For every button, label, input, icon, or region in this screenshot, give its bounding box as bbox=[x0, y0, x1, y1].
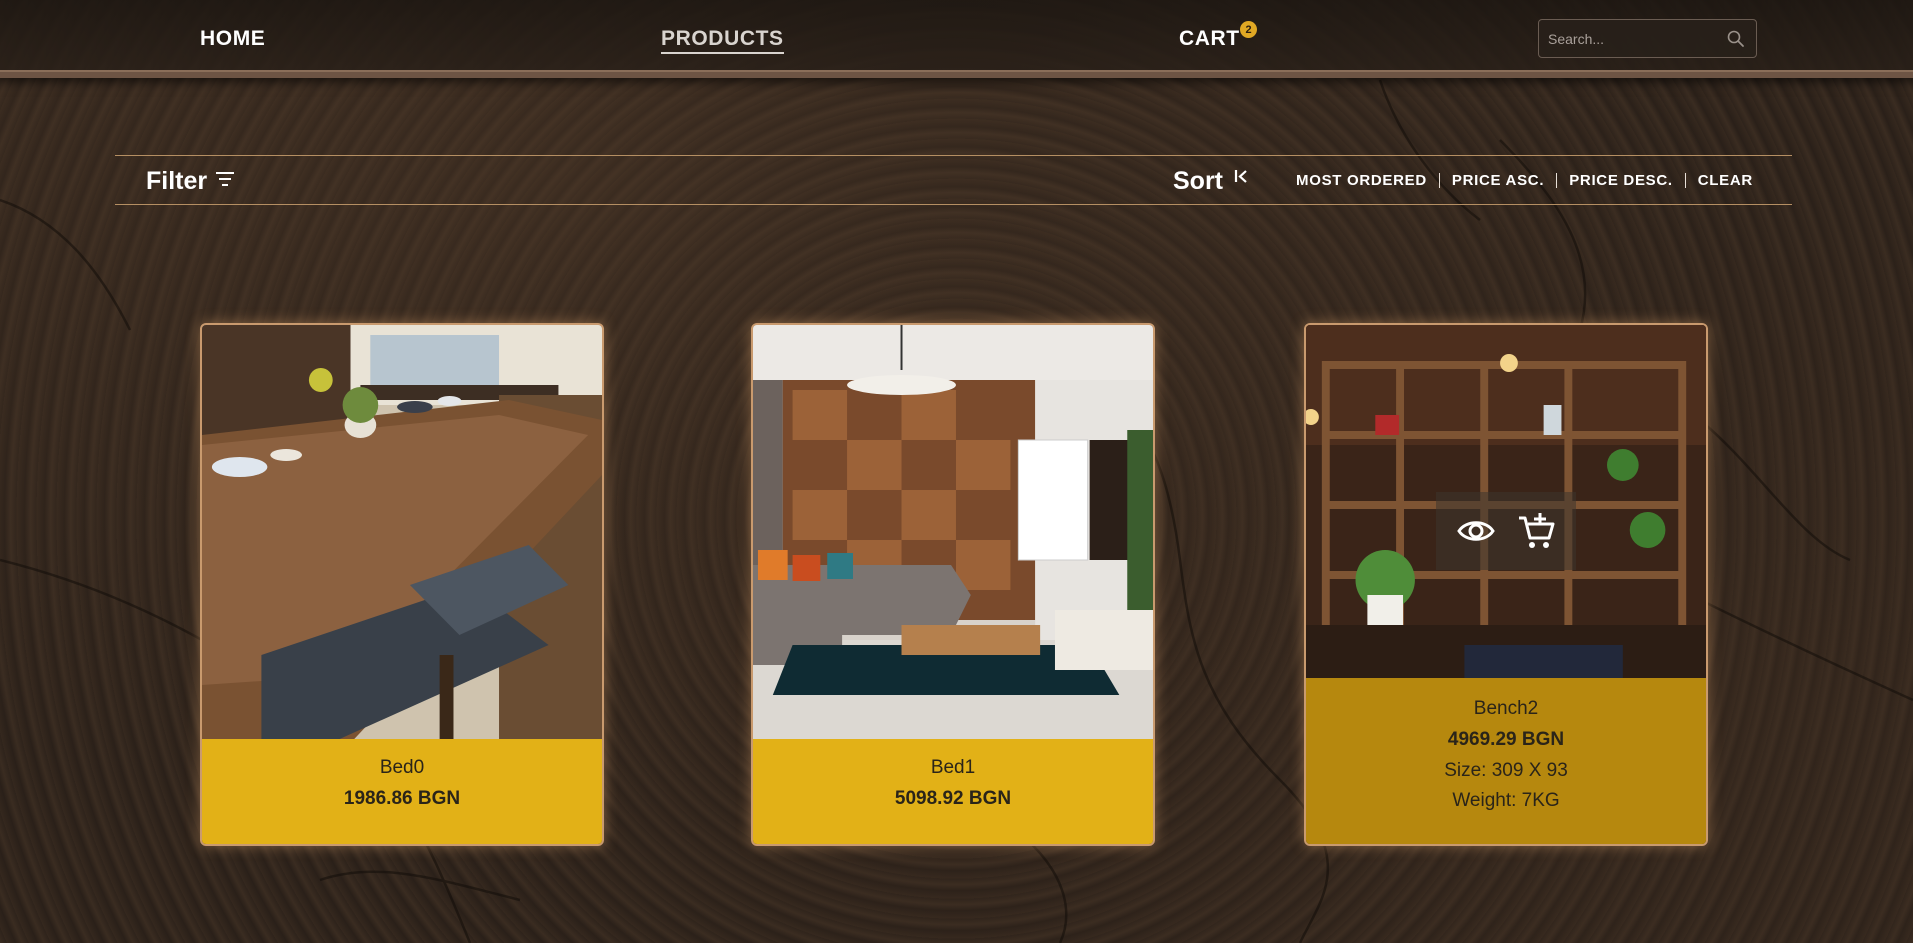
sort-icon[interactable] bbox=[1233, 168, 1251, 186]
product-name: Bench2 bbox=[1473, 698, 1539, 719]
sort-button[interactable]: Sort bbox=[1173, 167, 1223, 196]
product-price: 5098.92 BGN bbox=[894, 788, 1012, 809]
nav-home-link[interactable]: HOME bbox=[200, 27, 265, 51]
filter-button[interactable]: Filter bbox=[146, 167, 207, 196]
nav-products-link[interactable]: PRODUCTS bbox=[661, 27, 784, 54]
search-input[interactable] bbox=[1539, 20, 1714, 57]
sort-options: MOST ORDERED PRICE ASC. PRICE DESC. CLEA… bbox=[1281, 172, 1765, 189]
filter-lines-icon[interactable] bbox=[215, 170, 235, 188]
product-info: Bench2 4969.29 BGN Size: 309 X 93 Weight… bbox=[1306, 678, 1706, 844]
product-image bbox=[202, 325, 602, 743]
product-name: Bed1 bbox=[930, 757, 976, 778]
product-name: Bed0 bbox=[379, 757, 425, 778]
product-card[interactable]: Bed1 5098.92 BGN bbox=[751, 323, 1155, 846]
product-weight: Weight: 7KG bbox=[1452, 790, 1560, 811]
product-card[interactable]: Bench2 4969.29 BGN Size: 309 X 93 Weight… bbox=[1304, 323, 1708, 846]
product-quick-actions bbox=[1436, 492, 1576, 570]
sort-price-desc[interactable]: PRICE DESC. bbox=[1557, 172, 1685, 189]
sort-most-ordered[interactable]: MOST ORDERED bbox=[1281, 172, 1439, 189]
product-info: Bed1 5098.92 BGN bbox=[753, 739, 1153, 844]
product-card[interactable]: Bed0 1986.86 BGN bbox=[200, 323, 604, 846]
sort-price-asc[interactable]: PRICE ASC. bbox=[1440, 172, 1556, 189]
add-to-cart-icon[interactable] bbox=[1516, 511, 1556, 551]
sort-clear[interactable]: CLEAR bbox=[1686, 172, 1765, 189]
filter-sort-bar: Filter Sort MOST ORDERED PRICE ASC. PRIC… bbox=[115, 155, 1792, 205]
product-price: 4969.29 BGN bbox=[1447, 729, 1565, 750]
product-size: Size: 309 X 93 bbox=[1444, 760, 1568, 781]
search-icon[interactable] bbox=[1726, 29, 1746, 49]
search-box bbox=[1538, 19, 1757, 58]
cart-count-badge: 2 bbox=[1240, 21, 1257, 38]
product-info: Bed0 1986.86 BGN bbox=[202, 739, 602, 844]
product-image bbox=[753, 325, 1153, 743]
nav-cart-link[interactable]: CART bbox=[1179, 27, 1240, 51]
eye-icon[interactable] bbox=[1456, 511, 1496, 551]
product-price: 1986.86 BGN bbox=[343, 788, 461, 809]
top-navbar: HOME PRODUCTS CART 2 bbox=[0, 0, 1913, 78]
